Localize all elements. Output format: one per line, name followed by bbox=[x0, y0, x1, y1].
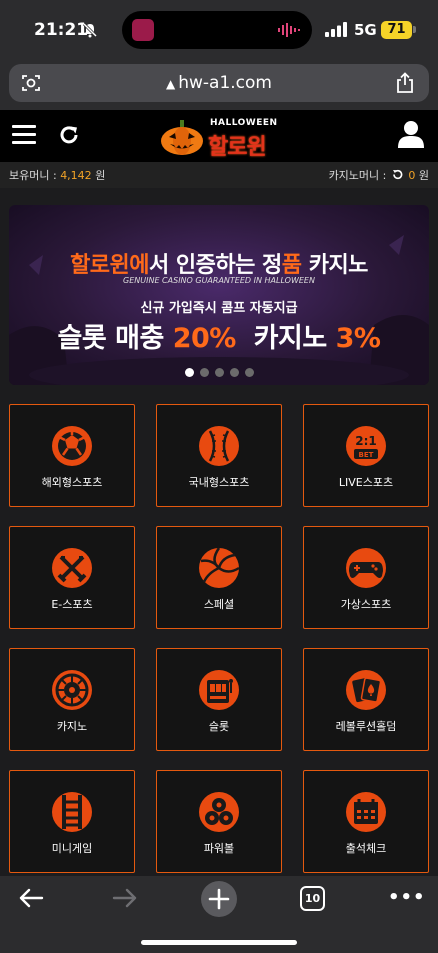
bet-odds-icon: 2:1 BET bbox=[346, 426, 386, 466]
soccer-ball-icon bbox=[52, 426, 92, 466]
logo-top-text: HALLOWEEN bbox=[210, 118, 278, 128]
site-logo[interactable]: HALLOWEEN 할로윈 bbox=[158, 116, 282, 160]
menu-tile[interactable]: E-스포츠 bbox=[9, 526, 135, 629]
app-thumbnail-icon bbox=[132, 19, 154, 41]
powerball-icon bbox=[199, 792, 239, 832]
carousel-dots bbox=[9, 362, 429, 381]
menu-tile-label: 스페셜 bbox=[203, 598, 235, 611]
reload-icon[interactable] bbox=[392, 169, 403, 180]
carousel-dot[interactable] bbox=[184, 368, 194, 377]
browser-address-area: ▲ hw-a1.com bbox=[0, 60, 438, 110]
tabs-icon[interactable]: 10 bbox=[300, 886, 325, 911]
menu-tile-label: 해외형스포츠 bbox=[41, 476, 103, 489]
dynamic-island bbox=[122, 11, 312, 49]
svg-text:2:1: 2:1 bbox=[355, 434, 377, 448]
share-icon[interactable] bbox=[395, 72, 415, 94]
bell-slash-icon bbox=[82, 22, 98, 38]
carousel-dot[interactable] bbox=[199, 368, 209, 377]
calendar-icon bbox=[346, 792, 386, 832]
ladder-icon bbox=[52, 792, 92, 832]
banner-promo: 신규 가입즉시 콤프 자동지급 bbox=[140, 301, 298, 316]
menu-icon[interactable] bbox=[12, 125, 36, 145]
status-time: 21:21 bbox=[34, 20, 89, 40]
roulette-icon bbox=[52, 670, 92, 710]
menu-tile-label: 카지노 bbox=[56, 720, 88, 733]
banner-rates: 슬롯 매충 20% 카지노 3% bbox=[57, 323, 381, 354]
battery-indicator: 71 bbox=[381, 21, 412, 39]
menu-tile-label: 가상스포츠 bbox=[340, 598, 392, 611]
balance-bar: 보유머니 : 4,142 원 카지노머니 : 0 원 bbox=[0, 162, 438, 188]
menu-tile[interactable]: 파워볼 bbox=[156, 770, 282, 873]
casino-money: 카지노머니 : 0 원 bbox=[329, 167, 429, 183]
casino-label: 카지노머니 : bbox=[328, 169, 387, 182]
banner-headline: 할로윈에서 인증하는 정품 카지노 bbox=[70, 253, 368, 278]
more-icon[interactable]: ••• bbox=[388, 889, 425, 907]
casino-unit: 원 bbox=[418, 169, 429, 182]
menu-tile[interactable]: 미니게임 bbox=[9, 770, 135, 873]
holding-label: 보유머니 : bbox=[9, 169, 57, 182]
menu-tile[interactable]: 레볼루션홀덤 bbox=[303, 648, 429, 751]
menu-tile[interactable]: 2:1 BET LIVE스포츠 bbox=[303, 404, 429, 507]
menu-tile-label: 출석체크 bbox=[345, 842, 387, 855]
banner-subtitle: GENUINE CASINO GUARANTEED IN HALLOWEEN bbox=[123, 276, 315, 285]
logo-main-text: 할로윈 bbox=[208, 135, 267, 160]
holding-amount: 4,142 bbox=[60, 169, 92, 182]
menu-tile[interactable]: 스페셜 bbox=[156, 526, 282, 629]
gamepad-icon bbox=[346, 548, 386, 588]
menu-tile[interactable]: 슬롯 bbox=[156, 648, 282, 751]
volleyball-icon bbox=[199, 547, 240, 588]
menu-tile[interactable]: 카지노 bbox=[9, 648, 135, 751]
holding-money: 보유머니 : 4,142 원 bbox=[9, 167, 105, 183]
menu-tile[interactable]: 국내형스포츠 bbox=[156, 404, 282, 507]
plus-icon bbox=[208, 888, 230, 910]
menu-tile-label: 파워볼 bbox=[203, 842, 235, 855]
crossed-swords-icon bbox=[52, 548, 92, 588]
signal-icon bbox=[325, 22, 347, 37]
banner-decoration bbox=[9, 235, 429, 385]
holding-unit: 원 bbox=[95, 169, 106, 182]
menu-tile[interactable]: 출석체크 bbox=[303, 770, 429, 873]
promo-banner[interactable]: 할로윈에서 인증하는 정품 카지노 GENUINE CASINO GUARANT… bbox=[9, 205, 429, 385]
back-arrow-icon[interactable] bbox=[18, 887, 44, 909]
new-tab-button[interactable] bbox=[201, 881, 237, 917]
carousel-dot[interactable] bbox=[229, 368, 239, 377]
menu-tile[interactable]: 해외형스포츠 bbox=[9, 404, 135, 507]
forward-arrow-icon[interactable] bbox=[112, 887, 138, 909]
baseball-icon bbox=[199, 426, 239, 466]
menu-tile-label: 레볼루션홀덤 bbox=[335, 720, 397, 733]
user-icon[interactable] bbox=[398, 120, 424, 148]
warning-icon: ▲ bbox=[166, 77, 176, 91]
slot-machine-icon bbox=[199, 670, 239, 710]
pumpkin-icon bbox=[161, 120, 203, 155]
casino-amount: 0 bbox=[408, 169, 416, 182]
address-bar[interactable]: ▲ hw-a1.com bbox=[9, 64, 429, 102]
menu-tile-label: 슬롯 bbox=[208, 720, 230, 733]
site-header: HALLOWEEN 할로윈 bbox=[0, 110, 438, 162]
svg-text:BET: BET bbox=[359, 451, 374, 459]
playing-cards-icon bbox=[346, 670, 386, 710]
menu-tile-label: LIVE스포츠 bbox=[338, 476, 394, 489]
ios-status-bar: 21:21 5G 71 bbox=[0, 0, 438, 60]
network-type: 5G bbox=[354, 21, 377, 39]
battery-tip bbox=[413, 26, 416, 33]
menu-tile[interactable]: 가상스포츠 bbox=[303, 526, 429, 629]
home-indicator bbox=[141, 940, 297, 945]
carousel-dot[interactable] bbox=[244, 368, 254, 377]
menu-tile-label: 미니게임 bbox=[51, 842, 93, 855]
refresh-icon[interactable] bbox=[58, 124, 80, 146]
menu-tile-label: E-스포츠 bbox=[51, 598, 93, 611]
url-display[interactable]: ▲ hw-a1.com bbox=[9, 73, 429, 93]
audio-wave-icon bbox=[278, 23, 300, 37]
carousel-dot[interactable] bbox=[214, 368, 224, 377]
menu-tile-label: 국내형스포츠 bbox=[188, 476, 250, 489]
url-text: hw-a1.com bbox=[178, 73, 272, 93]
